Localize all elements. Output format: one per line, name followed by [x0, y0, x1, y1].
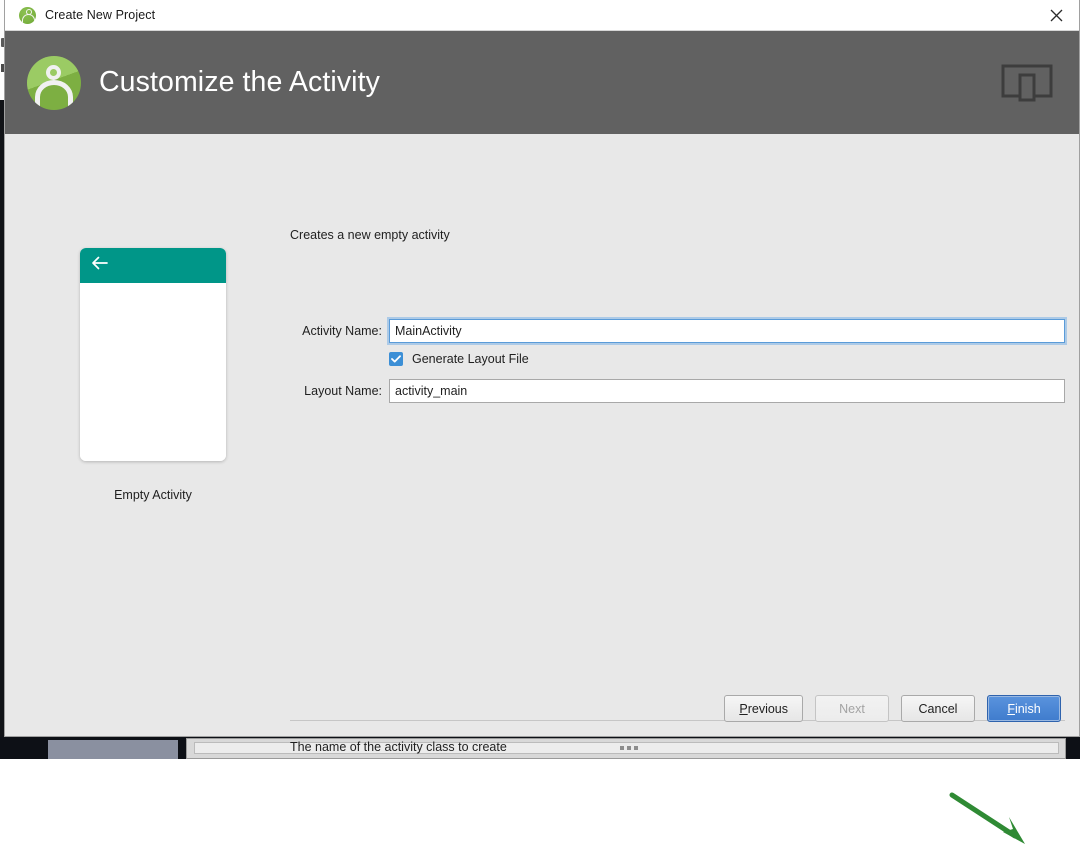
- previous-mnemonic: P: [739, 702, 747, 716]
- finish-label-rest: inish: [1015, 702, 1041, 716]
- help-text: The name of the activity class to create: [290, 740, 507, 754]
- close-icon[interactable]: [1034, 0, 1079, 30]
- cancel-button[interactable]: Cancel: [901, 695, 975, 722]
- preview-card[interactable]: [80, 248, 226, 461]
- generate-layout-checkbox[interactable]: [389, 352, 403, 366]
- preview-label: Empty Activity: [77, 488, 229, 502]
- next-button: Next: [815, 695, 889, 722]
- previous-label-rest: revious: [748, 702, 788, 716]
- layout-name-input[interactable]: [389, 379, 1065, 403]
- back-arrow-icon: [91, 256, 108, 275]
- android-studio-logo: [27, 56, 81, 110]
- layout-name-label: Layout Name:: [290, 384, 382, 398]
- taskbar-tile[interactable]: [48, 740, 178, 759]
- create-new-project-dialog: Create New Project Customize the Activit…: [4, 0, 1080, 737]
- finish-button[interactable]: Finish: [987, 695, 1061, 722]
- dialog-footer: Previous Next Cancel Finish: [724, 695, 1061, 722]
- taskbar[interactable]: [0, 737, 1080, 759]
- finish-mnemonic: F: [1007, 702, 1015, 716]
- generate-layout-label[interactable]: Generate Layout File: [412, 352, 529, 366]
- android-studio-icon: [19, 7, 36, 24]
- activity-preview: Empty Activity: [77, 248, 229, 502]
- dialog-titlebar: Create New Project: [5, 0, 1079, 31]
- preview-content: [80, 283, 226, 461]
- dialog-title: Create New Project: [45, 8, 155, 22]
- page-title: Customize the Activity: [99, 66, 380, 99]
- dialog-header: Customize the Activity: [5, 31, 1079, 134]
- green-pointer-arrow: [947, 792, 1039, 850]
- device-preview-icon: [1001, 62, 1053, 104]
- template-description: Creates a new empty activity: [290, 228, 450, 242]
- layout-name-row: Layout Name:: [290, 379, 1065, 403]
- dialog-body: Empty Activity Creates a new empty activ…: [5, 134, 1079, 736]
- activity-name-row: Activity Name:: [290, 319, 1065, 343]
- preview-appbar: [80, 248, 226, 283]
- previous-button[interactable]: Previous: [724, 695, 803, 722]
- taskbar-grip-icon[interactable]: [620, 746, 642, 750]
- activity-name-label: Activity Name:: [290, 324, 382, 338]
- generate-layout-row: Generate Layout File: [389, 352, 529, 366]
- activity-name-input[interactable]: [389, 319, 1065, 343]
